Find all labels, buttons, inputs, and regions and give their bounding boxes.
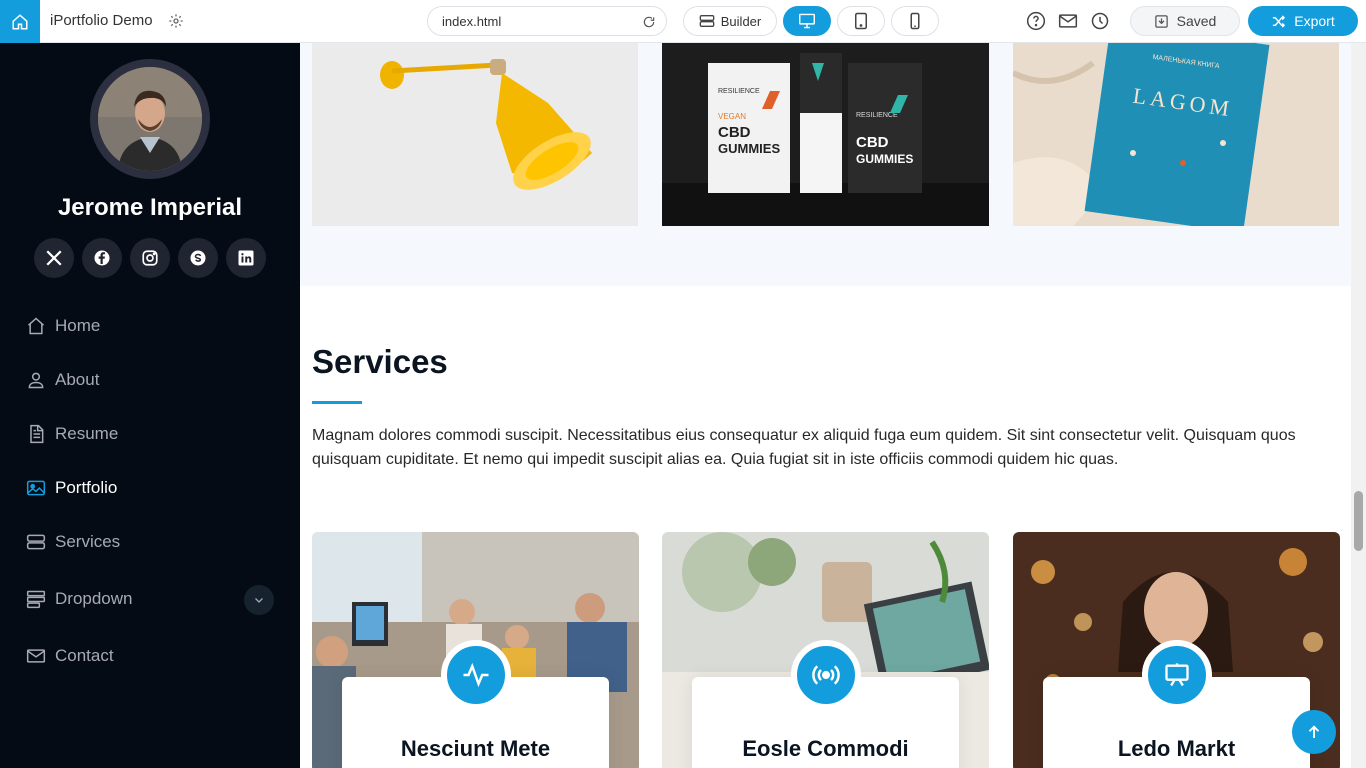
envelope-icon xyxy=(26,646,46,666)
sidebar-item-label: About xyxy=(55,370,100,389)
person-icon xyxy=(26,370,46,390)
sidebar-item-label: Contact xyxy=(55,646,114,665)
dropdown-toggle[interactable] xyxy=(244,585,274,615)
portfolio-image-gummies[interactable]: RESILIENCE VEGAN CBD GUMMIES RESILIENCE … xyxy=(662,43,989,226)
images-icon xyxy=(26,478,46,498)
mobile-view-button[interactable] xyxy=(891,6,939,36)
mail-icon[interactable] xyxy=(1058,11,1078,36)
app-title: iPortfolio Demo xyxy=(50,12,153,29)
easel-icon xyxy=(1165,663,1189,687)
sidebar-item-label: Home xyxy=(55,316,101,335)
profile-name: Jerome Imperial xyxy=(57,194,243,221)
phone-icon xyxy=(910,12,920,30)
history-icon[interactable] xyxy=(1090,11,1110,36)
url-text: index.html xyxy=(442,13,502,29)
desktop-icon xyxy=(799,13,815,29)
facebook-icon xyxy=(94,250,110,266)
settings-gear-icon[interactable] xyxy=(168,13,184,34)
help-icon[interactable] xyxy=(1026,11,1046,36)
back-to-top-button[interactable] xyxy=(1292,710,1336,754)
linkedin-link[interactable] xyxy=(226,238,266,278)
sidebar-item-label: Dropdown xyxy=(55,589,133,608)
avatar xyxy=(90,59,210,179)
gummies-brand-text-2: RESILIENCE xyxy=(856,112,898,119)
page-scrollbar[interactable] xyxy=(1351,43,1366,768)
builder-icon xyxy=(699,15,715,27)
gummies-brand-text: RESILIENCE xyxy=(718,88,760,95)
sidebar-item-about[interactable]: About xyxy=(0,353,300,407)
gummies-gummies-text: GUMMIES xyxy=(718,141,780,156)
activity-icon xyxy=(463,662,489,688)
services-description: Magnam dolores commodi suscipit. Necessi… xyxy=(312,427,1296,468)
house-icon xyxy=(26,316,46,336)
builder-label: Builder xyxy=(720,13,762,29)
sidebar-item-label: Resume xyxy=(55,424,119,443)
social-links xyxy=(34,238,266,278)
gummies-gummies-text-2: GUMMIES xyxy=(856,152,913,166)
service-card[interactable]: Ledo Markt xyxy=(1013,532,1340,768)
export-button[interactable]: Export xyxy=(1248,6,1358,36)
url-input[interactable]: index.html xyxy=(427,6,667,36)
sidebar-item-label: Portfolio xyxy=(55,478,118,497)
shuffle-icon xyxy=(1273,14,1286,28)
service-card-title[interactable]: Nesciunt Mete xyxy=(342,736,609,762)
service-icon-circle xyxy=(1142,640,1212,710)
tablet-view-button[interactable] xyxy=(837,6,885,36)
linkedin-icon xyxy=(238,250,254,266)
service-icon-circle xyxy=(791,640,861,710)
sidebar-item-services[interactable]: Services xyxy=(0,515,300,569)
sidebar: Jerome Imperial Home About Resume Portfo… xyxy=(0,43,300,768)
skype-link[interactable] xyxy=(178,238,218,278)
scrollbar-thumb[interactable] xyxy=(1354,491,1363,551)
main-content: RESILIENCE VEGAN CBD GUMMIES RESILIENCE … xyxy=(300,43,1351,768)
desktop-view-button[interactable] xyxy=(783,6,831,36)
tablet-icon xyxy=(855,12,867,30)
menu-icon xyxy=(26,589,46,609)
service-card[interactable]: Nesciunt Mete xyxy=(312,532,639,768)
gummies-vegan-text: VEGAN xyxy=(718,112,746,121)
portfolio-section: RESILIENCE VEGAN CBD GUMMIES RESILIENCE … xyxy=(300,43,1351,286)
home-icon xyxy=(12,13,28,29)
builder-toolbar: iPortfolio Demo index.html Builder Saved… xyxy=(0,0,1366,43)
sidebar-nav: Home About Resume Portfolio Services Dro… xyxy=(0,299,300,683)
saved-label: Saved xyxy=(1176,13,1217,29)
sidebar-item-portfolio[interactable]: Portfolio xyxy=(0,461,300,515)
service-card-title[interactable]: Eosle Commodi xyxy=(692,736,959,762)
x-link[interactable] xyxy=(34,238,74,278)
hdd-stack-icon xyxy=(26,532,46,552)
broadcast-icon xyxy=(812,665,840,685)
save-icon xyxy=(1154,14,1168,28)
sidebar-item-dropdown[interactable]: Dropdown xyxy=(0,569,300,629)
home-button[interactable] xyxy=(0,0,40,43)
services-heading: Services xyxy=(312,343,448,380)
x-icon xyxy=(46,250,62,266)
file-text-icon xyxy=(26,424,46,444)
reload-icon[interactable] xyxy=(642,15,656,32)
sidebar-item-home[interactable]: Home xyxy=(0,299,300,353)
gummies-cbd-text: CBD xyxy=(718,124,751,141)
portfolio-image-book[interactable]: МАЛЕНЬКАЯ КНИГА LAGOM xyxy=(1013,43,1339,226)
sidebar-item-label: Services xyxy=(55,532,121,551)
builder-button[interactable]: Builder xyxy=(683,6,777,36)
sidebar-item-resume[interactable]: Resume xyxy=(0,407,300,461)
export-label: Export xyxy=(1294,13,1335,29)
instagram-icon xyxy=(142,250,158,266)
instagram-link[interactable] xyxy=(130,238,170,278)
facebook-link[interactable] xyxy=(82,238,122,278)
saved-button[interactable]: Saved xyxy=(1130,6,1240,36)
service-icon-circle xyxy=(441,640,511,710)
skype-icon xyxy=(190,250,206,266)
service-card-title[interactable]: Ledo Markt xyxy=(1043,736,1310,762)
chevron-down-icon xyxy=(255,598,263,603)
sidebar-item-contact[interactable]: Contact xyxy=(0,629,300,683)
service-card[interactable]: Eosle Commodi xyxy=(662,532,989,768)
arrow-up-icon xyxy=(1308,725,1320,738)
portfolio-image-lamp[interactable] xyxy=(312,43,638,226)
services-heading-underline xyxy=(312,401,362,404)
gummies-cbd-text-2: CBD xyxy=(856,134,889,151)
